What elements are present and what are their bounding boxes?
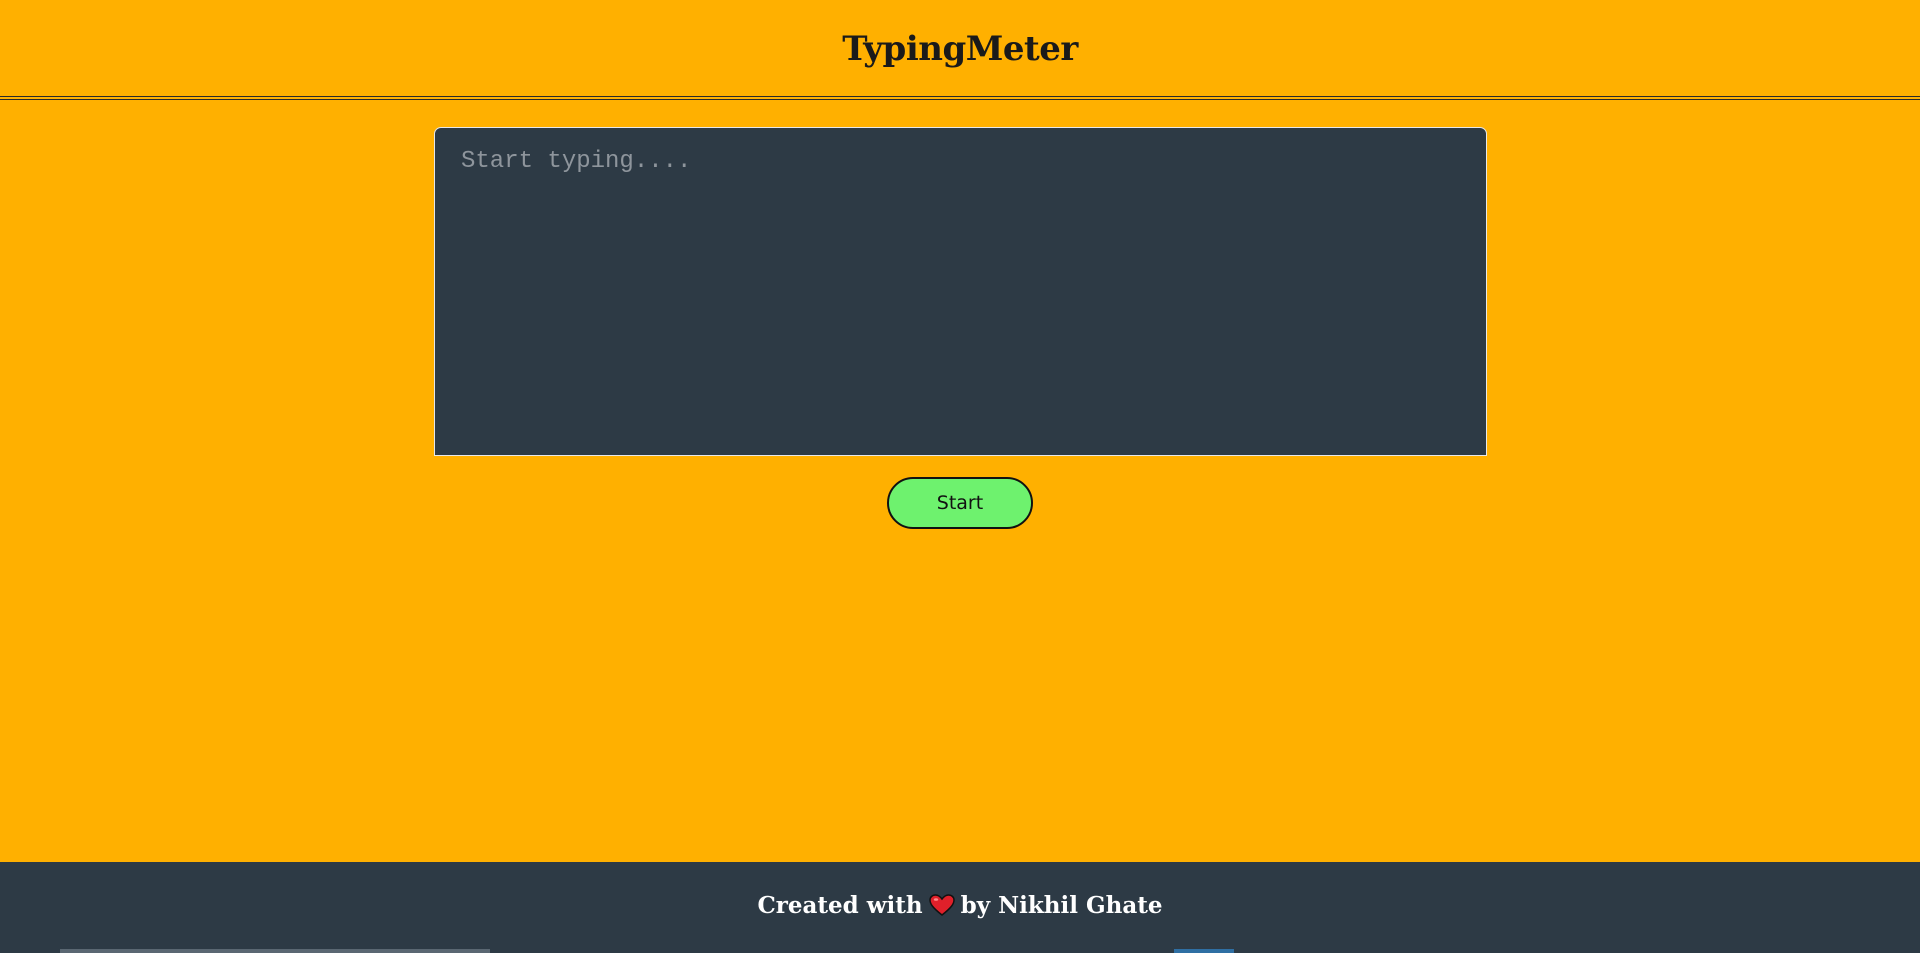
footer: Created with by Nikhil Ghate [0, 862, 1920, 953]
main-content: Start [0, 100, 1920, 862]
footer-scroll-track [60, 949, 490, 953]
header: TypingMeter [0, 0, 1920, 96]
footer-scroll-accent [1174, 949, 1234, 953]
heart-icon [928, 894, 955, 922]
start-button[interactable]: Start [887, 477, 1033, 529]
footer-credit: Created with by Nikhil Ghate [0, 892, 1920, 922]
app-logo: TypingMeter [842, 29, 1078, 69]
footer-suffix: by Nikhil Ghate [960, 892, 1163, 919]
footer-prefix: Created with [757, 892, 923, 919]
typing-input[interactable] [434, 127, 1487, 456]
